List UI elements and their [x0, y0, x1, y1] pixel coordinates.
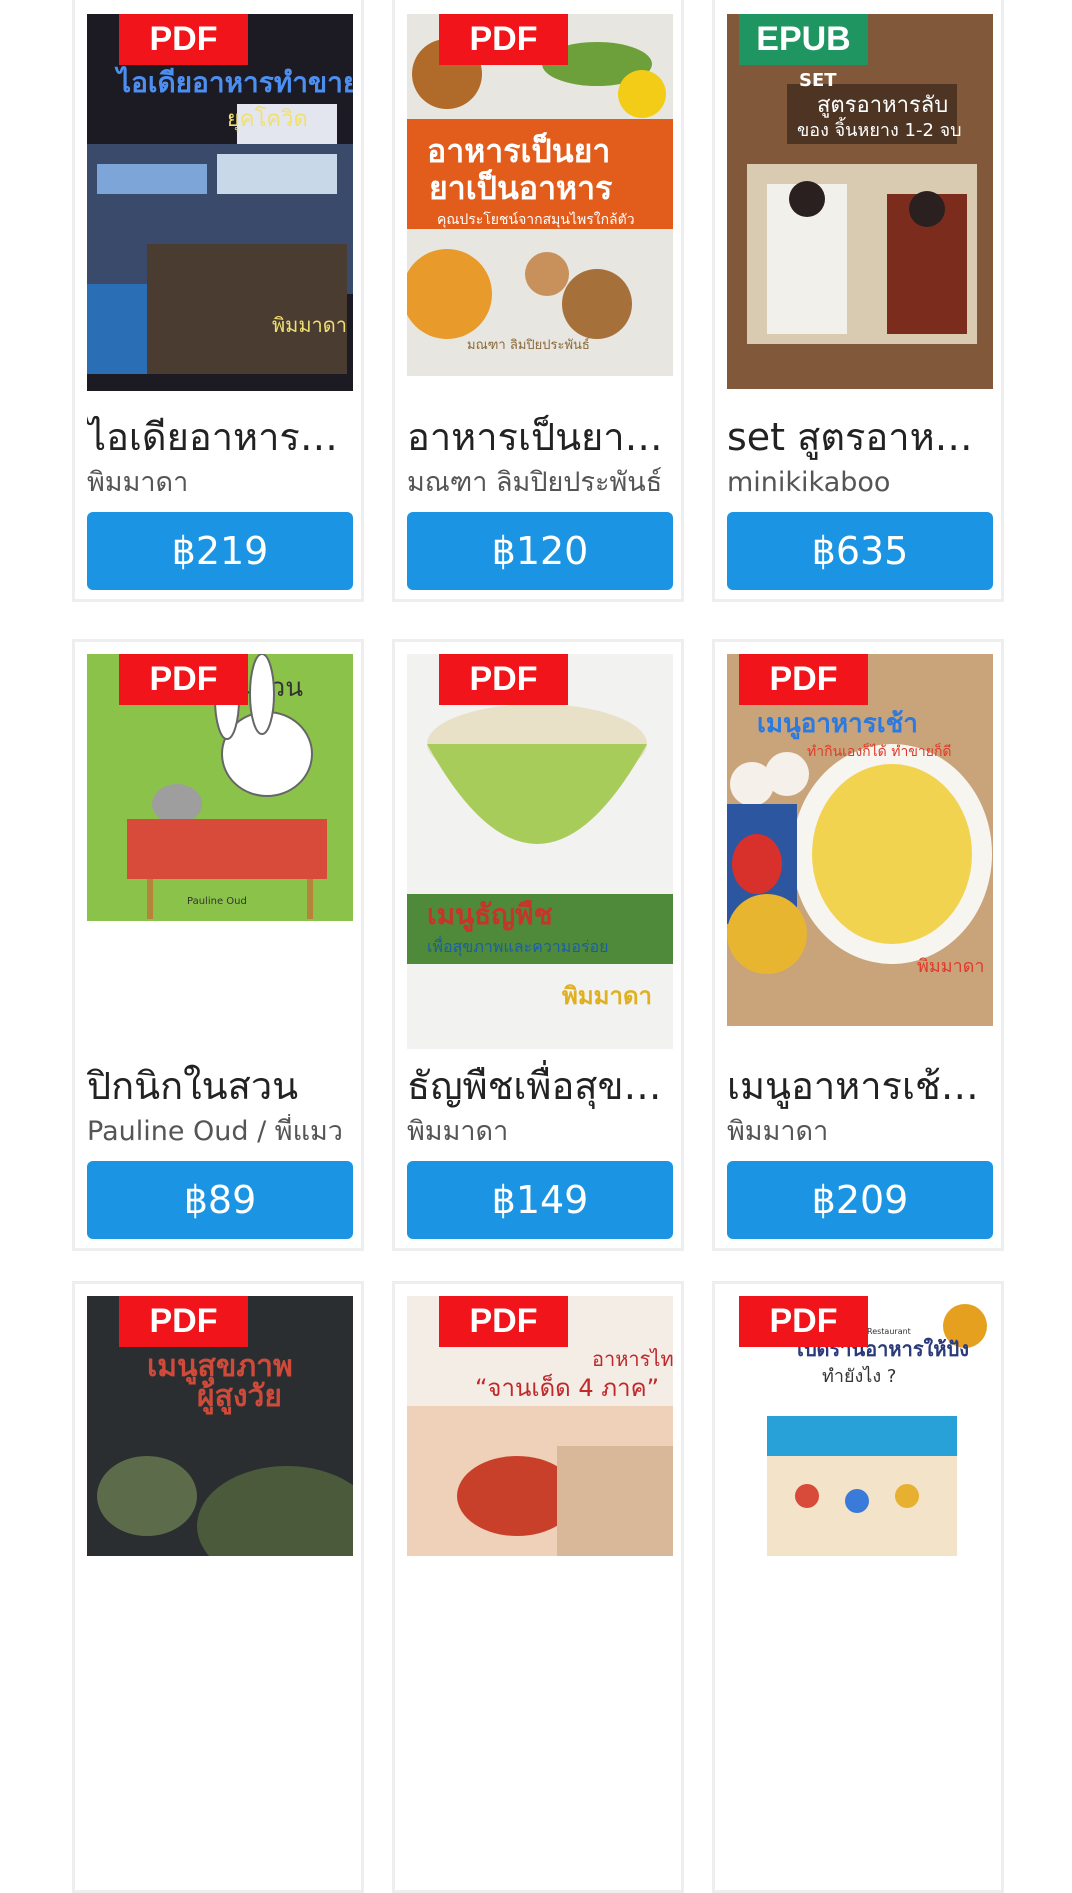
- cover-author: พิมมาดา: [917, 956, 985, 977]
- cover-author: พิมมาดา: [562, 982, 652, 1010]
- product-card[interactable]: เมนูสุขภาพ ผู้สูงวัย PDF: [72, 1281, 364, 1893]
- cover-title: อาหารเป็นยา: [427, 131, 610, 170]
- book-cover[interactable]: อาหารไทย “จานเด็ด 4 ภาค” PDF: [407, 1296, 673, 1556]
- product-card[interactable]: นสวน Pauline Oud PDF ปิกนิกในสวน Pauline…: [72, 639, 364, 1251]
- book-title[interactable]: อาหารเป็นยา ยาเป็นอาหาร: [407, 411, 673, 463]
- product-card[interactable]: อาหารเป็นยา ยาเป็นอาหาร คุณประโยชน์จากสม…: [392, 0, 684, 602]
- product-card[interactable]: อาหารไทย “จานเด็ด 4 ภาค” PDF: [392, 1281, 684, 1893]
- cover-title: เมนูอาหารเช้า: [757, 709, 918, 740]
- book-cover[interactable]: นสวน Pauline Oud PDF: [87, 654, 353, 921]
- book-author[interactable]: Pauline Oud / พี่แมว: [87, 1114, 353, 1150]
- cover-subtitle: ทำกินเองก็ได้ ทำขายก็ดี: [807, 742, 952, 760]
- cover-author: พิมมาดา: [272, 313, 347, 337]
- price-button[interactable]: ฿149: [407, 1161, 673, 1239]
- cover-title: เมนูธัญพืช: [427, 898, 553, 932]
- book-title[interactable]: set สูตรอาหารลับของจิ้นหยาง 1-2 จบ: [727, 411, 993, 463]
- book-title[interactable]: ไอเดียอาหารทำขายยุคโควิด: [87, 411, 353, 463]
- format-badge: PDF: [739, 654, 868, 705]
- cover-author: Pauline Oud: [187, 896, 247, 907]
- book-author[interactable]: minikikaboo: [727, 465, 993, 501]
- book-title[interactable]: ธัญพืชเพื่อสุขภาพ: [407, 1060, 673, 1112]
- format-badge: PDF: [739, 1296, 868, 1347]
- format-badge: PDF: [439, 14, 568, 65]
- cover-subtitle: ทำยังไง ?: [822, 1365, 896, 1387]
- book-cover[interactable]: เมนูธัญพืช เพื่อสุขภาพและความอร่อย พิมมา…: [407, 654, 673, 1049]
- price-button[interactable]: ฿635: [727, 512, 993, 590]
- cover-author: มณฑา ลิมปิยประพันธ์: [467, 337, 590, 353]
- book-title[interactable]: ปิกนิกในสวน: [87, 1060, 353, 1112]
- cover-title: สูตรอาหารลับ: [817, 93, 948, 118]
- product-card[interactable]: เมนูธัญพืช เพื่อสุขภาพและความอร่อย พิมมา…: [392, 639, 684, 1251]
- price-button[interactable]: ฿219: [87, 512, 353, 590]
- product-card[interactable]: Restaurant เปิดร้านอาหารให้ปัง ทำยังไง ?…: [712, 1281, 1004, 1893]
- product-card[interactable]: SET สูตรอาหารลับ ของ จิ้นหยาง 1-2 จบ EPU…: [712, 0, 1004, 602]
- book-title[interactable]: เมนูอาหารเช้าทำกินเองก็ได้: [727, 1060, 993, 1112]
- book-cover[interactable]: อาหารเป็นยา ยาเป็นอาหาร คุณประโยชน์จากสม…: [407, 14, 673, 376]
- cover-subtitle: ยุคโควิด: [227, 106, 308, 132]
- format-badge: PDF: [119, 1296, 248, 1347]
- cover-subtitle: คุณประโยชน์จากสมุนไพรใกล้ตัว: [437, 211, 635, 228]
- book-cover[interactable]: ไอเดียอาหารทำขาย ยุคโควิด พิมมาดา PDF: [87, 14, 353, 391]
- cover-title: ไอเดียอาหารทำขาย: [114, 66, 353, 99]
- book-cover[interactable]: SET สูตรอาหารลับ ของ จิ้นหยาง 1-2 จบ EPU…: [727, 14, 993, 389]
- product-card[interactable]: เมนูอาหารเช้า ทำกินเองก็ได้ ทำขายก็ดี พิ…: [712, 639, 1004, 1251]
- book-author[interactable]: พิมมาดา: [407, 1114, 673, 1150]
- price-button[interactable]: ฿89: [87, 1161, 353, 1239]
- price-button[interactable]: ฿120: [407, 512, 673, 590]
- book-cover[interactable]: เมนูอาหารเช้า ทำกินเองก็ได้ ทำขายก็ดี พิ…: [727, 654, 993, 1026]
- cover-title: อาหารไทย: [592, 1347, 673, 1371]
- cover-title-2: ยาเป็นอาหาร: [429, 168, 612, 207]
- price-button[interactable]: ฿209: [727, 1161, 993, 1239]
- cover-subtitle: ของ จิ้นหยาง 1-2 จบ: [797, 117, 962, 141]
- format-badge: PDF: [439, 1296, 568, 1347]
- cover-subtitle: “จานเด็ด 4 ภาค”: [475, 1373, 659, 1402]
- format-badge: PDF: [119, 14, 248, 65]
- book-author[interactable]: มณฑา ลิมปิยประพันธ์: [407, 465, 673, 501]
- cover-restaurant: Restaurant: [867, 1327, 911, 1336]
- cover-subtitle: ผู้สูงวัย: [197, 1379, 282, 1415]
- format-badge: PDF: [439, 654, 568, 705]
- book-author[interactable]: พิมมาดา: [87, 465, 353, 501]
- cover-subtitle: เพื่อสุขภาพและความอร่อย: [427, 935, 609, 957]
- product-card[interactable]: ไอเดียอาหารทำขาย ยุคโควิด พิมมาดา PDF ไอ…: [72, 0, 364, 602]
- format-badge: EPUB: [739, 14, 868, 65]
- book-author[interactable]: พิมมาดา: [727, 1114, 993, 1150]
- cover-set: SET: [799, 70, 837, 91]
- format-badge: PDF: [119, 654, 248, 705]
- book-cover[interactable]: เมนูสุขภาพ ผู้สูงวัย PDF: [87, 1296, 353, 1556]
- book-cover[interactable]: Restaurant เปิดร้านอาหารให้ปัง ทำยังไง ?…: [727, 1296, 993, 1556]
